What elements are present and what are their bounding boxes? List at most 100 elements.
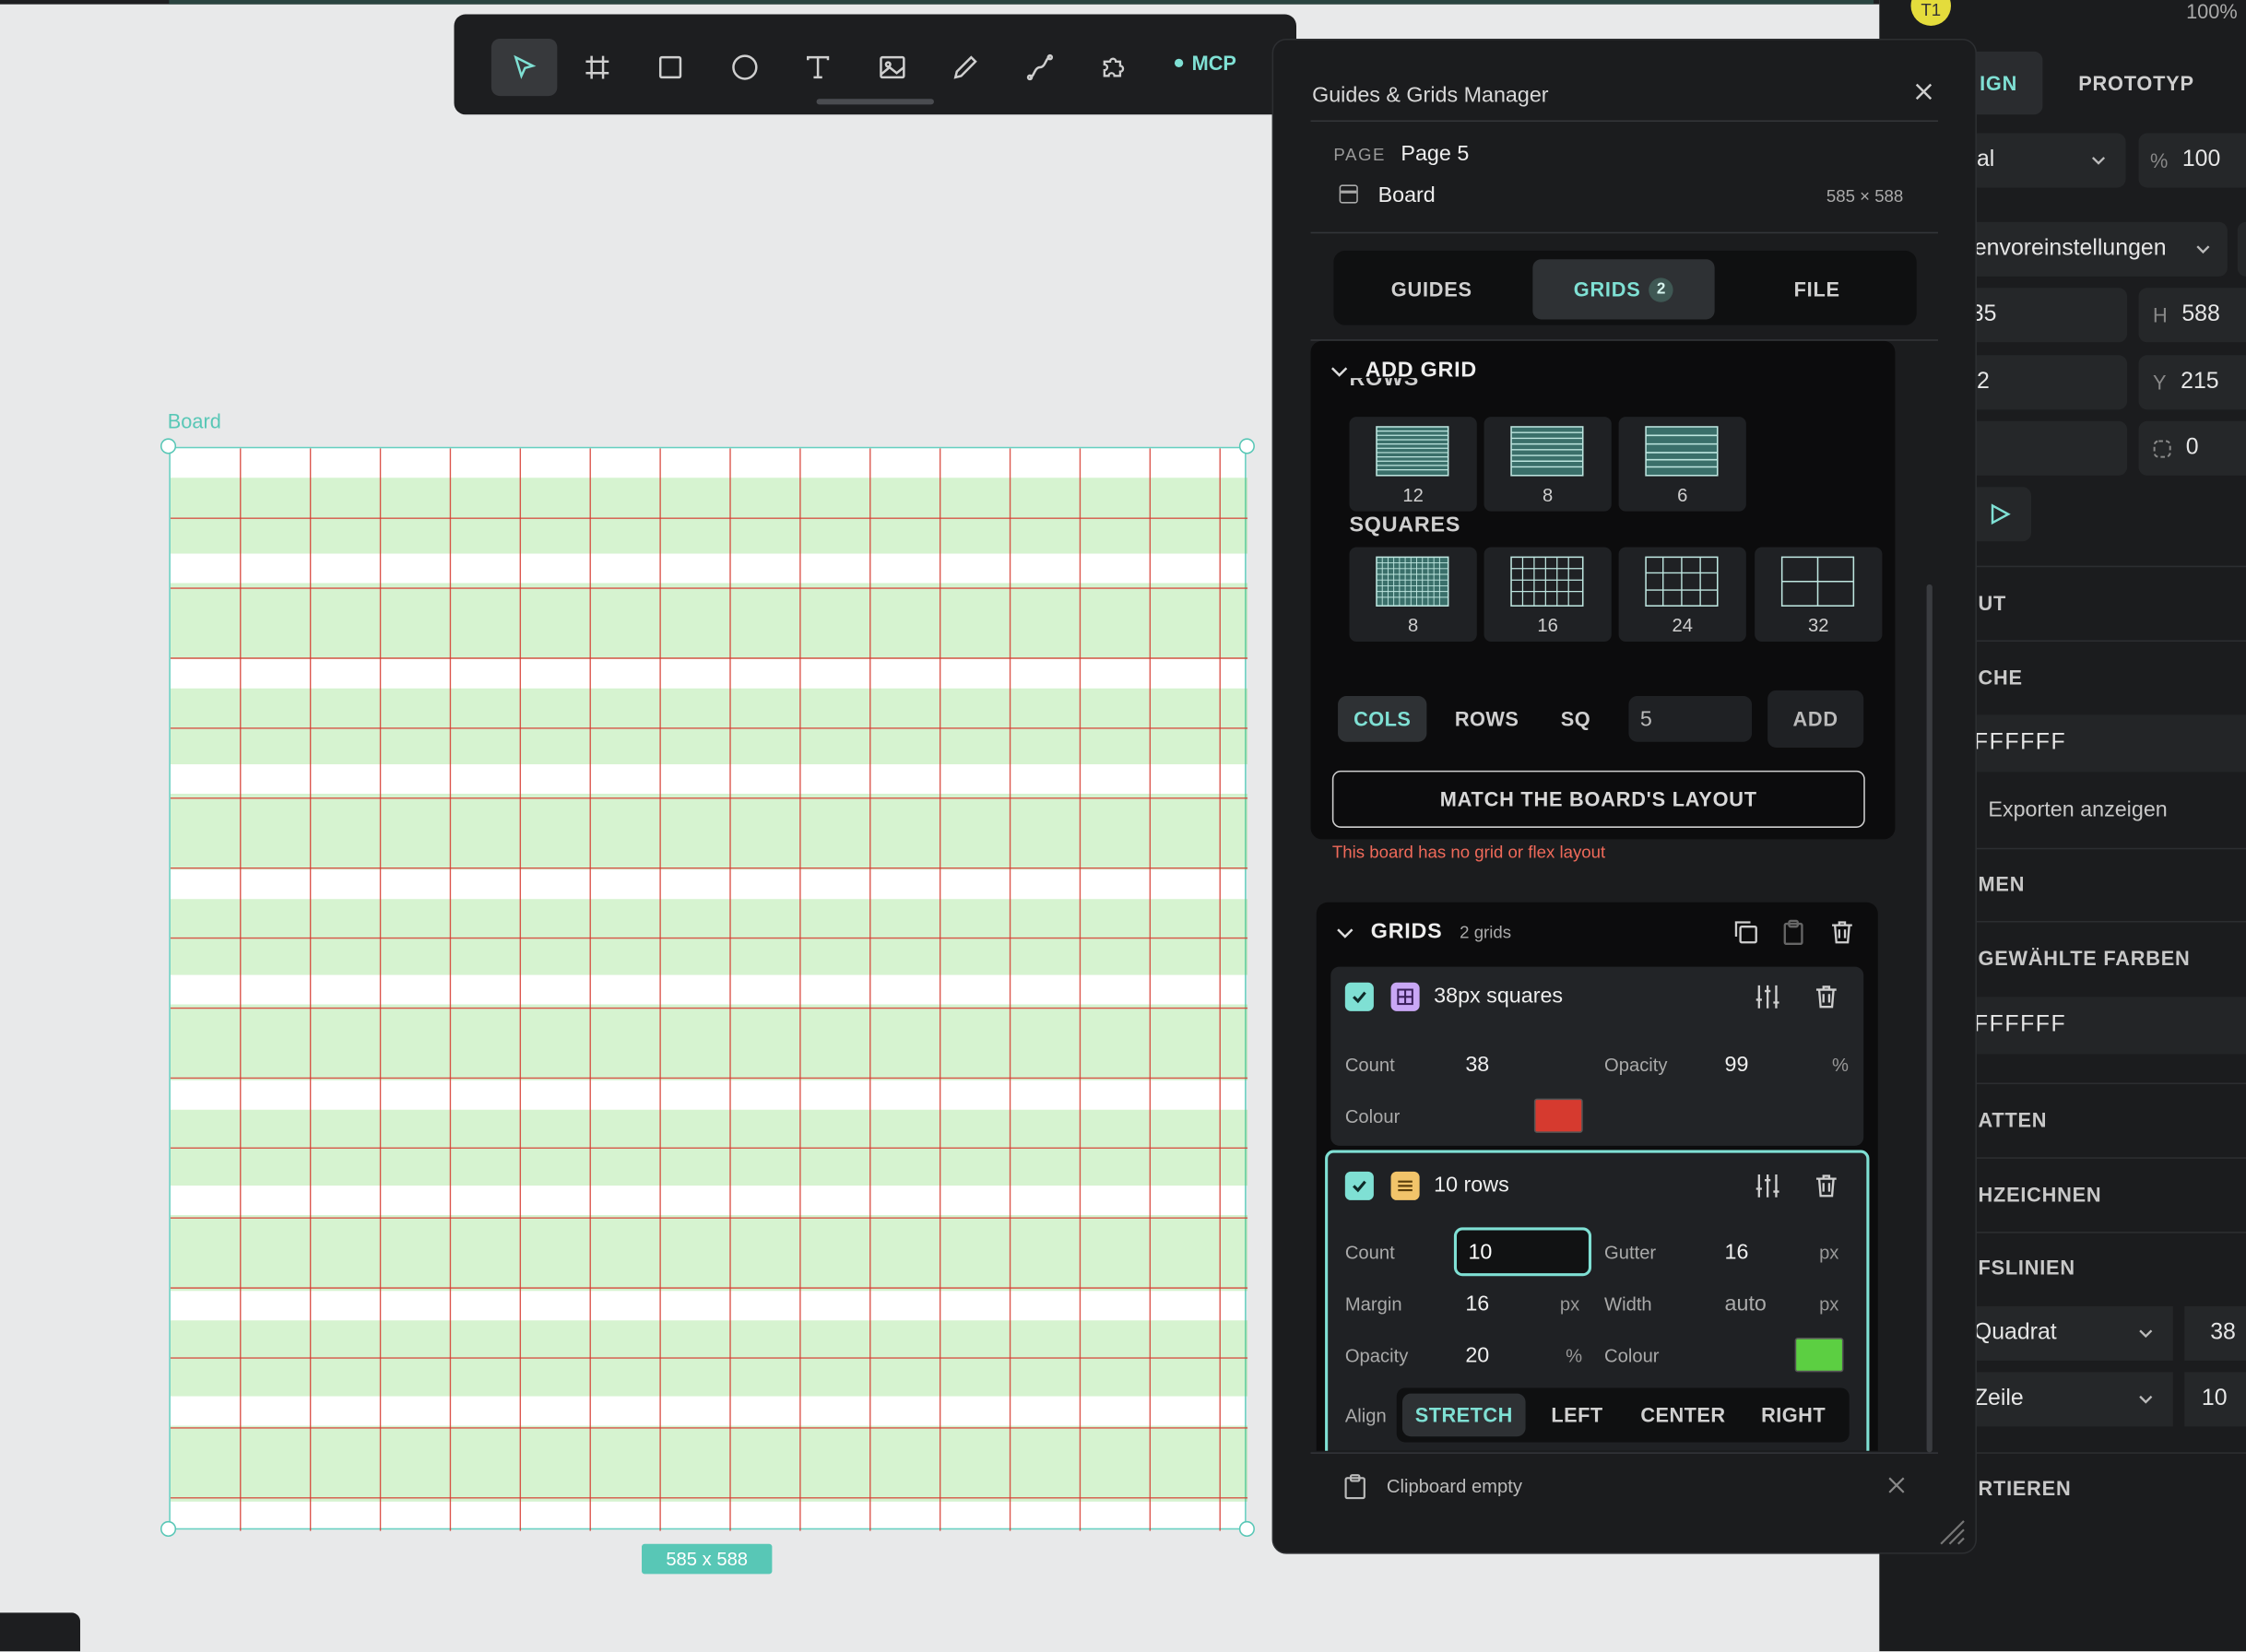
show-exports-toggle[interactable]: Exporten anzeigen [1988,797,2167,821]
stroke-section-title[interactable]: MEN [1979,872,2026,895]
resize-handle-bottom-left[interactable] [160,1520,177,1538]
board-frame[interactable] [169,446,1248,1531]
fill-section-title[interactable]: CHE [1979,666,2023,689]
close-icon[interactable] [1886,1475,1907,1495]
grid1-visibility-checkbox[interactable] [1344,982,1374,1011]
close-icon[interactable] [1912,80,1935,103]
guides-section-title[interactable]: HZEICHNEN [1979,1183,2102,1206]
grid2-settings-sliders-icon[interactable] [1754,1172,1782,1200]
align-center-button[interactable]: CENTER [1628,1394,1737,1437]
duplicate-icon[interactable] [1732,918,1760,947]
resize-grip-icon[interactable] [1935,1516,1967,1547]
squares-presets-label: SQUARES [1349,513,1461,537]
layout-section-title[interactable]: UT [1979,592,2007,615]
trash-icon[interactable] [1827,918,1856,947]
user-avatar[interactable]: T1 [1910,0,1952,26]
grid2-title[interactable]: 10 rows [1434,1173,1509,1197]
radius-field[interactable]: 0 [2138,420,2246,476]
preset-squares-16[interactable]: 16 [1484,547,1612,643]
grid2-colour-swatch[interactable] [1794,1338,1844,1373]
selected-colors-title[interactable]: GEWÄHLTE FARBEN [1979,947,2191,970]
select-tool-button[interactable] [491,38,558,97]
tab-guides[interactable]: GUIDES [1341,259,1522,319]
grid2-delete-trash-icon[interactable] [1812,1172,1840,1200]
grid2-gutter-value[interactable]: 16 [1725,1240,1749,1264]
align-right-button[interactable]: RIGHT [1746,1394,1841,1437]
grid1-title[interactable]: 38px squares [1434,984,1563,1008]
resize-handle-bottom-right[interactable] [1238,1520,1255,1538]
height-field[interactable]: H 588 [2138,288,2246,343]
preset-rows-6[interactable]: 6 [1618,417,1746,512]
grid-count-input[interactable]: 5 [1628,696,1753,742]
mode-cols-button[interactable]: COLS [1338,696,1427,742]
mode-rows-button[interactable]: ROWS [1439,696,1534,742]
add-grid-button[interactable]: ADD [1767,690,1864,748]
scrollbar-thumb[interactable] [1926,584,1933,1453]
grid1-delete-trash-icon[interactable] [1812,983,1840,1011]
paste-icon[interactable] [1779,918,1808,947]
orientation-toggle[interactable] [2237,221,2246,277]
match-board-layout-button[interactable]: MATCH THE BOARD'S LAYOUT [1331,770,1865,828]
grid1-count-label: Count [1344,1054,1395,1076]
pencil-tool-button[interactable] [932,39,998,96]
bottom-left-panel-tab[interactable] [0,1612,81,1652]
tab-prototype[interactable]: PROTOTYP [2078,72,2193,95]
text-tool-button[interactable] [785,39,850,96]
ellipse-tool-button[interactable] [712,39,777,96]
grid1-colour-swatch[interactable] [1533,1098,1583,1133]
zoom-level[interactable]: 100% [2186,0,2238,23]
grid2-colour-label: Colour [1604,1344,1660,1367]
preset-rows-8-label: 8 [1543,484,1554,506]
grid2-count-label: Count [1344,1241,1395,1264]
resize-handle-top-left[interactable] [160,438,177,454]
align-left-button[interactable]: LEFT [1534,1394,1620,1437]
toolbar-drag-handle[interactable] [816,99,934,105]
preset-rows-6-label: 6 [1677,484,1688,506]
grid2-count-input[interactable]: 10 [1453,1227,1592,1277]
grid1-settings-sliders-icon[interactable] [1754,983,1782,1011]
grid1-count-value[interactable]: 38 [1465,1053,1489,1077]
path-tool-button[interactable] [1007,39,1072,96]
rectangle-tool-button[interactable] [637,39,703,96]
opacity-field[interactable]: % 100 [2138,133,2246,188]
page-name: Page 5 [1401,141,1470,167]
preset-rows-12[interactable]: 12 [1349,417,1477,512]
grids-scroll-area[interactable]: ADD GRID ROWS 12 8 6 SQUARES [1310,340,1938,1451]
mcp-status[interactable]: MCP [1174,52,1236,75]
page-label: PAGE [1333,144,1387,165]
grid2-opacity-value[interactable]: 20 [1465,1343,1489,1367]
shadow-section-title[interactable]: ATTEN [1979,1108,2048,1131]
preset-rows-12-label: 12 [1402,484,1424,506]
grid-lines-section-title[interactable]: FSLINIEN [1979,1257,2075,1280]
board-tool-button[interactable] [564,39,630,96]
mode-sq-button[interactable]: SQ [1545,696,1605,742]
board-title-label[interactable]: Board [168,409,221,432]
tab-grids[interactable]: GRIDS 2 [1532,259,1715,320]
rows-grid-type-icon [1390,1171,1420,1200]
grid1-opacity-value[interactable]: 99 [1725,1053,1749,1077]
grid2-margin-value[interactable]: 16 [1465,1292,1489,1316]
grid2-count-field[interactable]: 10 [2184,1372,2246,1427]
align-stretch-button[interactable]: STRETCH [1401,1393,1526,1437]
tab-file[interactable]: FILE [1726,259,1908,319]
preset-squares-32[interactable]: 32 [1755,547,1883,643]
y-position-field[interactable]: Y 215 [2138,355,2246,410]
puzzle-icon [1103,57,1125,77]
preset-rows-8[interactable]: 8 [1484,417,1612,512]
corner-radius-icon [2153,439,2171,457]
preset-squares-8[interactable]: 8 [1349,547,1477,643]
board-size-badge: 585 x 588 [642,1543,773,1575]
grids-count-badge: 2 [1649,277,1674,302]
export-section-title[interactable]: RTIEREN [1979,1477,2072,1500]
grid2-width-value[interactable]: auto [1725,1292,1767,1316]
grid2-visibility-checkbox[interactable] [1344,1171,1374,1200]
grids-list-header[interactable]: GRIDS 2 grids [1337,919,1511,944]
plugins-tool-button[interactable] [1080,39,1145,96]
squares-24-icon [1645,556,1719,607]
preset-squares-24[interactable]: 24 [1618,547,1746,643]
image-tool-button[interactable] [859,39,925,96]
board-icon [1339,184,1358,204]
resize-handle-top-right[interactable] [1238,438,1255,454]
chevron-down-icon [2139,1395,2153,1404]
grid1-size-field[interactable]: 38 [2184,1305,2246,1361]
